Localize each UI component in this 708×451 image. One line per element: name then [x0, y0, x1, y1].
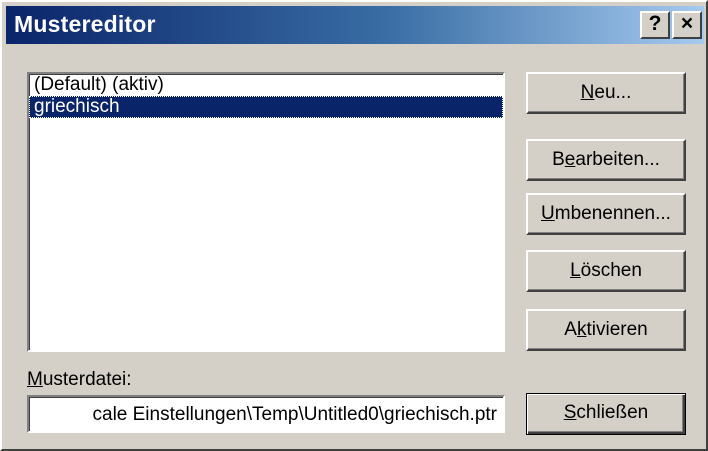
activate-button[interactable]: Aktivieren [526, 309, 686, 351]
list-item[interactable]: (Default) (aktiv) [29, 74, 503, 96]
help-button[interactable]: ? [640, 11, 670, 39]
rename-button[interactable]: Umbenennen... [526, 193, 686, 235]
list-item-selected[interactable]: griechisch [29, 96, 503, 118]
edit-button[interactable]: Bearbeiten... [526, 139, 686, 181]
close-button[interactable]: × [672, 11, 702, 39]
close-dialog-button[interactable]: Schließen [526, 393, 686, 435]
help-icon: ? [648, 12, 662, 35]
dialog-title: Mustereditor [14, 11, 156, 37]
pattern-file-label: Musterdatei: [27, 369, 132, 390]
title-bar[interactable]: Mustereditor ? × [6, 6, 704, 44]
pattern-list[interactable]: (Default) (aktiv) griechisch [27, 72, 505, 352]
pattern-editor-dialog: Mustereditor ? × (Default) (aktiv) griec… [0, 0, 708, 451]
close-icon: × [680, 12, 694, 35]
pattern-file-field[interactable]: cale Einstellungen\Temp\Untitled0\griech… [27, 395, 505, 433]
pattern-file-path: cale Einstellungen\Temp\Untitled0\griech… [92, 404, 498, 425]
delete-button[interactable]: Löschen [526, 250, 686, 292]
new-button[interactable]: Neu... [526, 72, 686, 114]
